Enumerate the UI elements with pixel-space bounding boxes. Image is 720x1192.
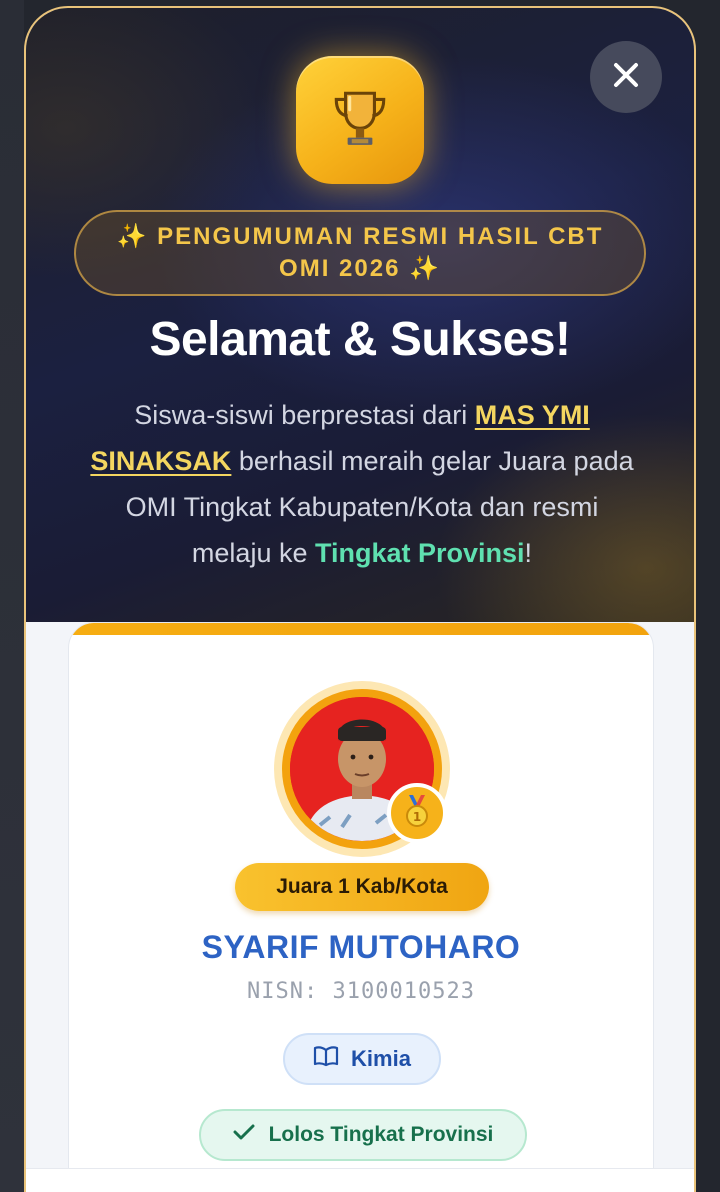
announcement-badge: ✨ PENGUMUMAN RESMI HASIL CBT OMI 2026 ✨	[74, 210, 646, 296]
announcement-description: Siswa-siswi berprestasi dari MAS YMI SIN…	[86, 392, 638, 576]
description-text: !	[524, 538, 533, 568]
rank-badge: Juara 1 Kab/Kota	[235, 863, 489, 911]
description-text: Siswa-siswi berprestasi dari	[134, 400, 475, 430]
trophy-badge	[296, 56, 424, 184]
modal-footer-strip	[26, 1168, 694, 1192]
trophy-icon	[327, 85, 393, 156]
status-label: Lolos Tingkat Provinsi	[268, 1123, 494, 1146]
check-icon	[233, 1123, 255, 1147]
svg-text:1: 1	[413, 810, 421, 824]
announcement-modal: ✨ PENGUMUMAN RESMI HASIL CBT OMI 2026 ✨ …	[24, 6, 696, 1192]
level-highlight: Tingkat Provinsi	[314, 538, 525, 568]
student-name: SYARIF MUTOHARO	[201, 929, 521, 965]
page-title: Selamat & Sukses!	[149, 313, 571, 366]
gold-medal-icon: 1	[401, 793, 433, 834]
status-badge: Lolos Tingkat Provinsi	[199, 1109, 527, 1161]
hero-section: ✨ PENGUMUMAN RESMI HASIL CBT OMI 2026 ✨ …	[26, 8, 694, 622]
medal-badge: 1	[387, 783, 447, 843]
subject-badge: Kimia	[283, 1033, 441, 1085]
close-icon	[611, 60, 641, 95]
page-backdrop	[0, 0, 24, 1192]
book-icon	[313, 1045, 339, 1073]
student-nisn: NISN: 3100010523	[247, 979, 475, 1004]
close-button[interactable]	[590, 41, 662, 113]
card-accent-bar	[69, 623, 653, 635]
subject-label: Kimia	[351, 1046, 411, 1071]
student-card: 1 Juara 1 Kab/Kota SYARIF MUTOHARO NISN:…	[68, 622, 654, 1192]
